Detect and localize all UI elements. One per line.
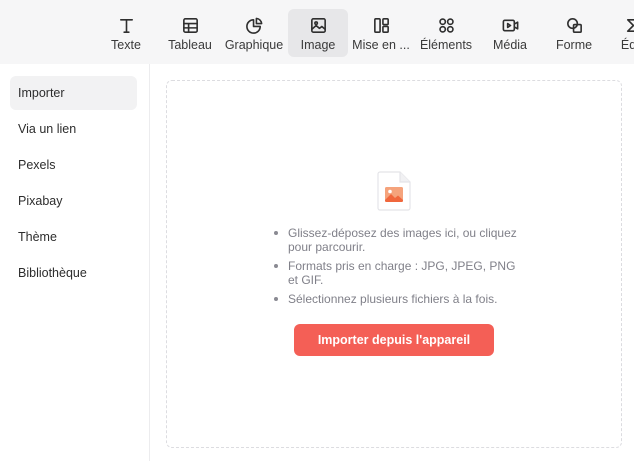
toolbar-layout-button[interactable]: Mise en ... (350, 9, 412, 57)
toolbar-label: Média (492, 38, 528, 52)
sidebar-item-pixabay[interactable]: Pixabay (10, 184, 137, 218)
image-icon (308, 15, 328, 35)
equation-icon (622, 15, 634, 35)
toolbar-label: Éléments (419, 38, 473, 52)
hint-formats: Formats pris en charge : JPG, JPEG, PNG … (272, 259, 522, 287)
toolbar-label: Forme (555, 38, 593, 52)
upload-hints: Glissez-déposez des images ici, ou cliqu… (272, 226, 522, 311)
sidebar-item-bibliotheque[interactable]: Bibliothèque (10, 256, 137, 290)
sidebar-item-via-un-lien[interactable]: Via un lien (10, 112, 137, 146)
top-toolbar: Texte Tableau Graphique Image Mise en ..… (0, 0, 634, 64)
toolbar-label: Graphique (224, 38, 284, 52)
toolbar-label: Image (300, 38, 336, 52)
toolbar-media-button[interactable]: Média (486, 9, 534, 57)
chart-icon (244, 15, 264, 35)
hint-drag-drop: Glissez-déposez des images ici, ou cliqu… (272, 226, 522, 254)
sidebar-item-pexels[interactable]: Pexels (10, 148, 137, 182)
sidebar-item-importer[interactable]: Importer (10, 76, 137, 110)
toolbar-image-button[interactable]: Image (288, 9, 348, 57)
toolbar-equation-button[interactable]: Équ (612, 9, 634, 57)
image-file-icon (376, 170, 412, 212)
toolbar-chart-button[interactable]: Graphique (222, 9, 286, 57)
media-icon (500, 15, 520, 35)
toolbar-label: Équ (620, 38, 634, 52)
toolbar-shape-button[interactable]: Forme (550, 9, 598, 57)
table-icon (180, 15, 200, 35)
layout-icon (371, 15, 391, 35)
toolbar-text-button[interactable]: Texte (102, 9, 150, 57)
elements-icon (436, 15, 456, 35)
toolbar-label: Tableau (168, 38, 212, 52)
toolbar-label: Mise en ... (352, 38, 410, 52)
toolbar-elements-button[interactable]: Éléments (416, 9, 476, 57)
import-from-device-button[interactable]: Importer depuis l'appareil (294, 324, 494, 356)
toolbar-label: Texte (111, 38, 141, 52)
hint-multiple: Sélectionnez plusieurs fichiers à la foi… (272, 292, 522, 306)
sidebar: Importer Via un lien Pexels Pixabay Thèm… (0, 64, 150, 461)
toolbar-table-button[interactable]: Tableau (164, 9, 216, 57)
text-icon (116, 15, 136, 35)
shape-icon (564, 15, 584, 35)
sidebar-item-theme[interactable]: Thème (10, 220, 137, 254)
